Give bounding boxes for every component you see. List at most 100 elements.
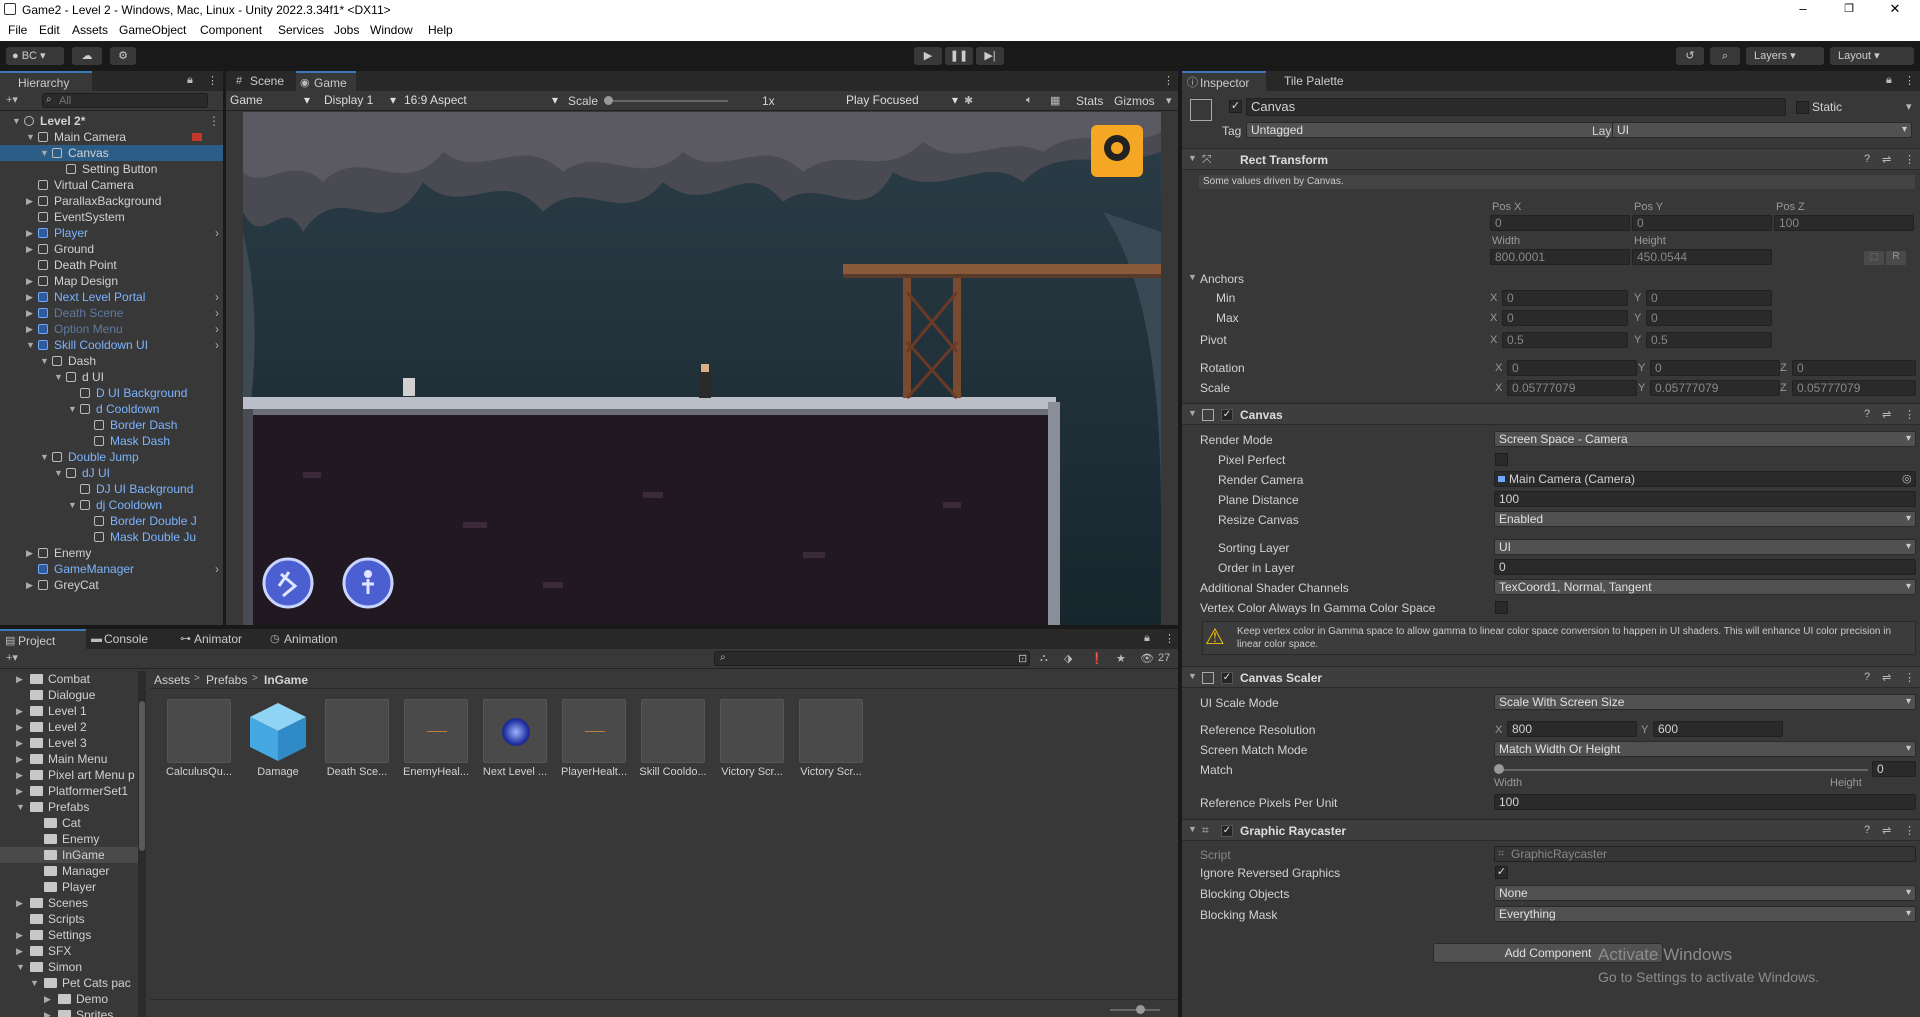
chevron-down-icon[interactable]: ▼: [16, 799, 25, 815]
pause-button[interactable]: ❚❚: [945, 47, 973, 65]
graphic-raycaster-header[interactable]: ▼ ⌗ ✓ Graphic Raycaster ? ⇌ ⋮: [1182, 819, 1920, 841]
chevron-right-icon[interactable]: ▶: [16, 671, 23, 687]
hierarchy-item[interactable]: ▶ Death Scene ›: [0, 305, 223, 321]
render-mode-dropdown[interactable]: Screen Space - Camera: [1494, 431, 1916, 447]
zoom-slider[interactable]: [1110, 1009, 1160, 1011]
chevron-right-icon[interactable]: ▶: [16, 783, 23, 799]
search-icon[interactable]: ⌕: [1710, 47, 1740, 65]
grid-icon[interactable]: ▦: [1050, 94, 1060, 107]
hierarchy-item[interactable]: GameManager ›: [0, 561, 223, 577]
anchor-max-x[interactable]: 0: [1502, 310, 1628, 326]
lock-icon[interactable]: 🔒︎: [187, 74, 193, 87]
menu-jobs[interactable]: Jobs: [334, 23, 359, 37]
chevron-right-icon[interactable]: ▶: [26, 545, 33, 561]
more-icon[interactable]: ⋮: [207, 74, 218, 87]
scale-slider-handle[interactable]: [604, 96, 613, 105]
project-folder-item[interactable]: Cat: [0, 815, 138, 831]
hierarchy-item[interactable]: ▶ Enemy: [0, 545, 223, 561]
tag-dropdown[interactable]: Untagged: [1246, 122, 1626, 138]
hierarchy-item[interactable]: ▶ Option Menu ›: [0, 321, 223, 337]
chevron-down-icon[interactable]: ▼: [68, 497, 77, 513]
preset-icon[interactable]: ⇌: [1882, 671, 1891, 684]
anchor-min-y[interactable]: 0: [1646, 290, 1772, 306]
more-icon[interactable]: ⋮: [1904, 408, 1915, 421]
label-icon[interactable]: ⬗: [1064, 652, 1072, 665]
cloud-icon[interactable]: ☁: [72, 47, 102, 65]
chevron-right-icon[interactable]: ▶: [44, 991, 51, 1007]
more-icon[interactable]: ⋮: [208, 113, 220, 129]
hierarchy-item[interactable]: ▼ d Cooldown: [0, 401, 223, 417]
project-folder-item[interactable]: ▶ Level 1: [0, 703, 138, 719]
scale-slider[interactable]: [606, 100, 728, 102]
chevron-down-icon[interactable]: ▼: [54, 465, 63, 481]
step-button[interactable]: ▶|: [976, 47, 1004, 65]
help-icon[interactable]: ?: [1864, 153, 1870, 165]
tab-animation[interactable]: ◷ Animation: [266, 629, 356, 649]
project-folder-item[interactable]: ▶ Settings: [0, 927, 138, 943]
active-checkbox[interactable]: ✓: [1229, 100, 1242, 113]
menu-edit[interactable]: Edit: [39, 23, 60, 37]
posx-field[interactable]: 0: [1490, 215, 1630, 231]
asset-item[interactable]: PlayerHealt...: [559, 699, 629, 778]
chevron-right-icon[interactable]: ▶: [26, 193, 33, 209]
add-icon[interactable]: +▾: [6, 651, 18, 664]
menu-file[interactable]: File: [8, 23, 27, 37]
match-slider-handle[interactable]: [1494, 764, 1504, 774]
plane-distance-field[interactable]: 100: [1494, 491, 1916, 507]
static-checkbox[interactable]: [1796, 101, 1809, 114]
object-picker-icon[interactable]: ◎: [1902, 472, 1912, 485]
chevron-right-icon[interactable]: ▶: [26, 273, 33, 289]
hierarchy-item[interactable]: ▼ dj Cooldown: [0, 497, 223, 513]
hierarchy-item[interactable]: D UI Background: [0, 385, 223, 401]
help-icon[interactable]: ?: [1864, 824, 1870, 836]
posz-field[interactable]: 100: [1774, 215, 1914, 231]
chevron-down-icon[interactable]: ▾: [1906, 100, 1912, 113]
ui-scale-mode-dropdown[interactable]: Scale With Screen Size: [1494, 694, 1916, 710]
chevron-down-icon[interactable]: ▼: [40, 145, 49, 161]
render-camera-field[interactable]: Main Camera (Camera): [1494, 471, 1916, 487]
chevron-right-icon[interactable]: ▶: [16, 703, 23, 719]
stats-button[interactable]: Stats: [1076, 94, 1103, 108]
hierarchy-item[interactable]: Setting Button: [0, 161, 223, 177]
chevron-down-icon[interactable]: ▼: [54, 369, 63, 385]
more-icon[interactable]: ⋮: [1904, 824, 1915, 837]
chevron-down-icon[interactable]: ▼: [12, 113, 21, 129]
project-folder-item[interactable]: ▶ SFX: [0, 943, 138, 959]
rect-transform-header[interactable]: ▼ ⤧ Rect Transform ? ⇌ ⋮: [1182, 148, 1920, 170]
project-folder-item[interactable]: Scripts: [0, 911, 138, 927]
tab-animator[interactable]: ⊶ Animator: [176, 629, 262, 649]
screen-match-mode-dropdown[interactable]: Match Width Or Height: [1494, 741, 1916, 757]
project-folder-item[interactable]: ▶ PlatformerSet1: [0, 783, 138, 799]
width-field[interactable]: 800.0001: [1490, 249, 1630, 265]
chevron-down-icon[interactable]: ▾: [1166, 94, 1172, 107]
breadcrumb-prefabs[interactable]: Prefabs: [206, 673, 247, 687]
layer-dropdown[interactable]: UI: [1612, 122, 1912, 138]
chevron-down-icon[interactable]: ▼: [26, 129, 35, 145]
pivot-y[interactable]: 0.5: [1646, 332, 1772, 348]
blocking-mask-dropdown[interactable]: Everything: [1494, 906, 1916, 922]
chevron-right-icon[interactable]: ▶: [16, 927, 23, 943]
project-folder-item[interactable]: ▶ Pixel art Menu p: [0, 767, 138, 783]
project-folder-item[interactable]: Manager: [0, 863, 138, 879]
asset-item[interactable]: CalculusQu...: [164, 699, 234, 778]
more-icon[interactable]: ⋮: [1904, 671, 1915, 684]
hierarchy-item[interactable]: ▶ Next Level Portal ›: [0, 289, 223, 305]
more-icon[interactable]: ⋮: [1163, 74, 1174, 87]
display-dropdown[interactable]: Display 1 ▾: [324, 93, 396, 109]
chevron-right-icon[interactable]: ▶: [16, 719, 23, 735]
chevron-right-icon[interactable]: ›: [215, 225, 219, 241]
breadcrumb-assets[interactable]: Assets: [154, 673, 190, 687]
hierarchy-search-input[interactable]: [42, 93, 208, 108]
chevron-right-icon[interactable]: ▶: [16, 943, 23, 959]
chevron-right-icon[interactable]: ▶: [26, 305, 33, 321]
tab-tile-palette[interactable]: Tile Palette: [1266, 71, 1356, 91]
tree-scrollbar[interactable]: [138, 671, 146, 1017]
ref-resolution-y[interactable]: 600: [1653, 721, 1783, 737]
chevron-right-icon[interactable]: ▶: [26, 289, 33, 305]
hierarchy-item[interactable]: Mask Dash: [0, 433, 223, 449]
dash-skill-button[interactable]: [264, 559, 312, 607]
hierarchy-item[interactable]: ▶ GreyCat: [0, 577, 223, 593]
chevron-right-icon[interactable]: ›: [215, 321, 219, 337]
resize-canvas-dropdown[interactable]: Enabled: [1494, 511, 1916, 527]
more-icon[interactable]: ⋮: [1904, 74, 1915, 87]
